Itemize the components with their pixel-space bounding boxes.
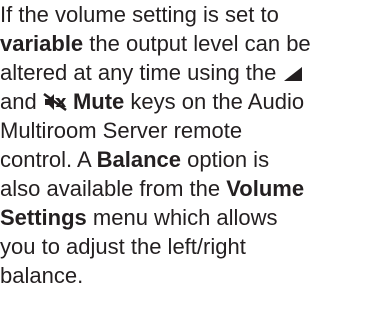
line-6-prefix: control. A: [0, 147, 97, 172]
line-6: control. A Balance option is: [0, 145, 384, 174]
line-3-text: altered at any time using the: [0, 60, 277, 85]
line-8-text: menu which allows: [86, 205, 278, 230]
line-3: altered at any time using the: [0, 58, 384, 87]
line-6-text: option is: [181, 147, 270, 172]
mute-icon: [43, 89, 67, 118]
line-2: variable the output level can be: [0, 29, 384, 58]
line-9-text: you to adjust the left/right: [0, 234, 246, 259]
line-4-text: keys on the Audio: [124, 89, 305, 114]
line-5: Multiroom Server remote: [0, 116, 384, 145]
line-8: Settings menu which allows: [0, 203, 384, 232]
settings-term: Settings: [0, 205, 87, 230]
line-5-text: Multiroom Server remote: [0, 118, 243, 143]
volume-up-icon: [283, 60, 303, 89]
line-9: you to adjust the left/right: [0, 232, 384, 261]
mute-term: Mute: [72, 89, 125, 114]
line-10-text: balance.: [0, 263, 84, 288]
line-2-text: the output level can be: [83, 31, 311, 56]
variable-term: variable: [0, 31, 84, 56]
line-7: also available from the Volume: [0, 174, 384, 203]
line-1-text: If the volume setting is set to: [0, 2, 279, 27]
volume-term: Volume: [226, 176, 305, 201]
instruction-paragraph: If the volume setting is set to variable…: [0, 0, 384, 290]
line-4-prefix: and: [0, 89, 43, 114]
line-1: If the volume setting is set to: [0, 0, 384, 29]
line-7-prefix: also available from the: [0, 176, 227, 201]
line-10: balance.: [0, 261, 384, 290]
line-4: and Mute keys on the Audio: [0, 87, 384, 116]
balance-term: Balance: [96, 147, 182, 172]
